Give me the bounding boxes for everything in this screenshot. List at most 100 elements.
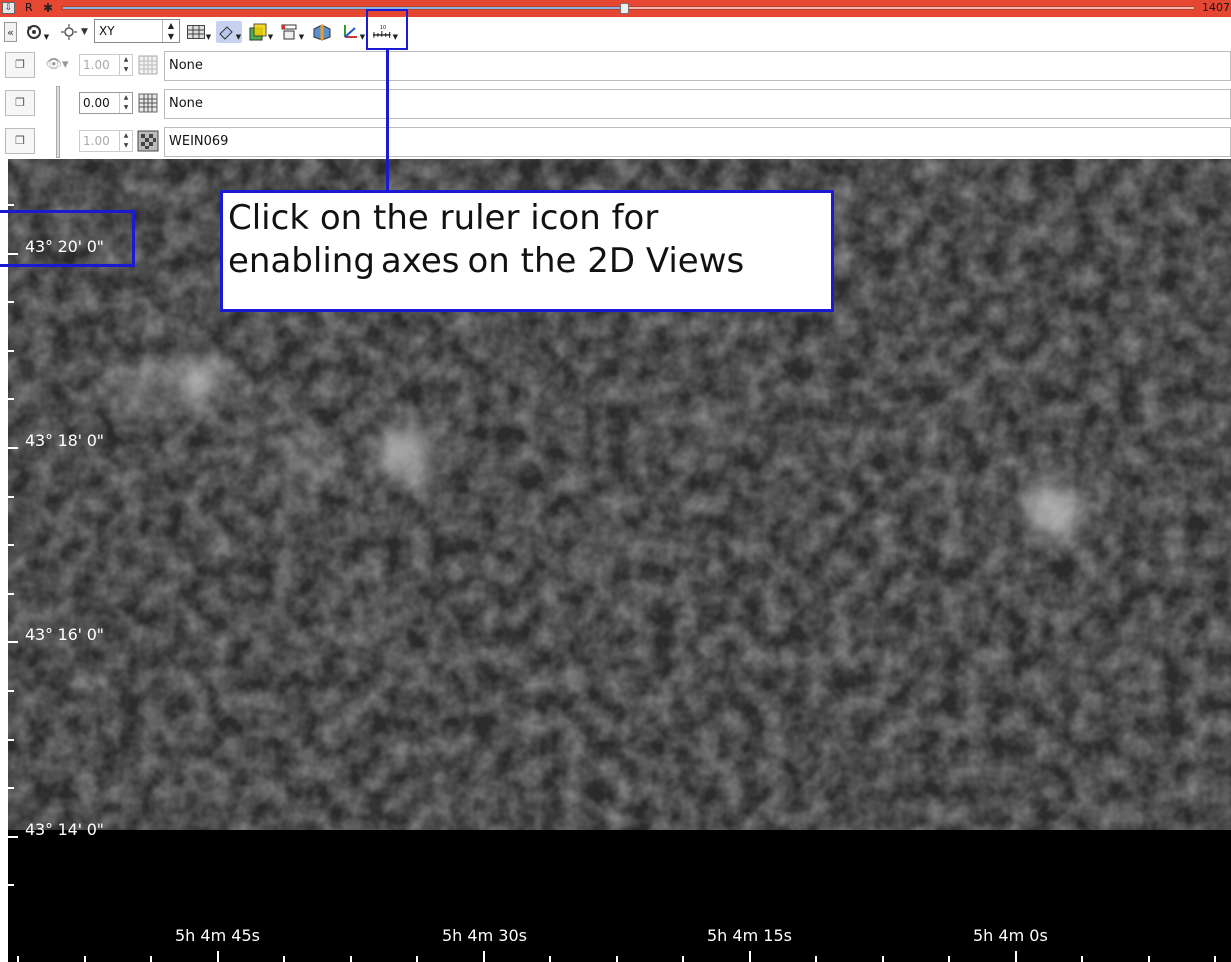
spin-arrows-icon: ▲ ▼ bbox=[119, 93, 132, 113]
dec-tick bbox=[8, 593, 14, 595]
callout-connector bbox=[386, 50, 389, 190]
volume-icon bbox=[313, 24, 331, 41]
dec-tick bbox=[8, 204, 14, 206]
dec-tick bbox=[8, 690, 14, 692]
select-arrows-icon: ▲ ▼ bbox=[162, 20, 179, 42]
render-icon bbox=[281, 24, 297, 40]
ra-tick bbox=[1015, 951, 1017, 962]
reset-view-icon bbox=[26, 25, 41, 39]
callout-line-1: Click on the ruler icon for bbox=[228, 198, 659, 238]
dec-tick bbox=[8, 301, 14, 303]
layer-toggle-button[interactable]: ❐ bbox=[5, 90, 35, 116]
chevron-down-icon: ▼ bbox=[81, 27, 88, 37]
layer-opacity-slider[interactable] bbox=[56, 86, 60, 158]
callout-text: enabling bbox=[228, 241, 375, 281]
layer-opacity-input: 1.00 ▲ ▼ bbox=[79, 54, 133, 76]
ra-tick bbox=[1214, 956, 1216, 962]
layer-toggle-button[interactable]: ❐ bbox=[5, 52, 35, 78]
ra-tick bbox=[1081, 956, 1083, 962]
chevron-down-icon: ▼ bbox=[235, 33, 242, 41]
checker-lut-icon[interactable] bbox=[137, 130, 159, 152]
spin-arrows-icon: ▲ ▼ bbox=[119, 55, 132, 75]
grid-layout-icon bbox=[186, 25, 205, 39]
dec-axis-label: 43° 18' 0" bbox=[25, 431, 104, 450]
reset-view-button[interactable]: ▼ bbox=[24, 21, 50, 43]
link-icon[interactable]: ✱ bbox=[41, 1, 55, 15]
cube-colormap-icon bbox=[249, 23, 267, 41]
ra-tick bbox=[84, 956, 86, 962]
ra-axis-label: 5h 4m 0s bbox=[973, 926, 1048, 945]
ra-tick bbox=[749, 951, 751, 962]
chevron-down-icon: ▼ bbox=[205, 33, 212, 41]
instruction-callout: Click on the ruler icon for enabling axes… bbox=[220, 190, 834, 312]
layer-row: ❐ 1.00 ▲ ▼ None bbox=[0, 47, 1231, 85]
volume-render-button[interactable] bbox=[311, 21, 333, 43]
ra-axis-label: 5h 4m 15s bbox=[707, 926, 792, 945]
layer-opacity-value: 0.00 bbox=[83, 96, 110, 110]
ra-tick bbox=[150, 956, 152, 962]
ra-tick bbox=[217, 951, 219, 962]
dec-tick bbox=[8, 836, 18, 838]
layer-name-field[interactable]: None bbox=[164, 51, 1231, 81]
layer-opacity-value: 1.00 bbox=[83, 134, 110, 148]
slice-slider-handle[interactable] bbox=[619, 3, 629, 14]
chevron-down-icon: ▼ bbox=[298, 33, 305, 41]
view-toolbar: « ▼ ▼ ▼ ▼ ▼ ▼ ▼ 10 ▼ bbox=[0, 17, 1231, 47]
dec-tick bbox=[8, 641, 18, 643]
ra-tick bbox=[549, 956, 551, 962]
dec-tick bbox=[8, 398, 14, 400]
ra-tick bbox=[17, 956, 19, 962]
dec-tick bbox=[8, 739, 14, 741]
grid-lut-icon[interactable] bbox=[137, 54, 159, 76]
pin-icon[interactable]: ⇩ bbox=[2, 2, 15, 14]
ra-tick bbox=[350, 956, 352, 962]
ra-tick bbox=[616, 956, 618, 962]
dec-tick bbox=[8, 447, 18, 449]
layer-row: ❐ 1.00 ▲ ▼ WEIN069 bbox=[0, 123, 1231, 159]
callout-line-2: enabling axes on the 2D Views bbox=[228, 240, 826, 283]
layer-row: ❐ 0.00 ▲ ▼ None bbox=[0, 85, 1231, 123]
dec-tick bbox=[8, 787, 14, 789]
chevron-down-icon: ▼ bbox=[359, 33, 366, 41]
interaction-mode-button[interactable]: ▼ bbox=[216, 21, 242, 43]
dec-tick bbox=[8, 884, 14, 886]
ra-tick bbox=[682, 956, 684, 962]
slice-slider-fill bbox=[63, 7, 625, 9]
layer-toggle-button[interactable]: ❐ bbox=[5, 128, 35, 154]
colormap-button[interactable]: ▼ bbox=[248, 21, 274, 43]
callout-text: axes bbox=[380, 241, 460, 281]
slice-count: 1407 bbox=[1202, 1, 1230, 14]
dec-label-highlight-box bbox=[0, 210, 135, 267]
dec-axis-label: 43° 14' 0" bbox=[25, 820, 104, 839]
spin-arrows-icon: ▲ ▼ bbox=[119, 131, 132, 151]
ra-tick bbox=[416, 956, 418, 962]
sun-icon bbox=[61, 24, 78, 40]
lighting-button[interactable]: ▼ bbox=[54, 21, 94, 43]
view-axis-select-value: XY bbox=[99, 24, 115, 38]
ra-axis-label: 5h 4m 30s bbox=[442, 926, 527, 945]
eye-icon[interactable]: 👁▾ bbox=[44, 55, 70, 75]
collapse-toolbar-button[interactable]: « bbox=[4, 22, 17, 42]
ra-tick bbox=[483, 951, 485, 962]
layer-opacity-input[interactable]: 0.00 ▲ ▼ bbox=[79, 92, 133, 114]
layout-button[interactable]: ▼ bbox=[186, 21, 212, 43]
ra-tick bbox=[283, 956, 285, 962]
layer-name-field[interactable]: WEIN069 bbox=[164, 127, 1231, 157]
render-options-button[interactable]: ▼ bbox=[279, 21, 305, 43]
view-left-margin bbox=[0, 159, 8, 962]
ruler-highlight-box bbox=[366, 9, 408, 50]
dec-tick bbox=[8, 350, 14, 352]
axes-3d-button[interactable]: ▼ bbox=[340, 21, 366, 43]
dec-tick bbox=[8, 544, 14, 546]
eraser-icon bbox=[219, 26, 233, 40]
slice-slider-bar: ⇩ R ✱ 1407 bbox=[0, 0, 1231, 17]
callout-text: on the 2D Views bbox=[467, 241, 745, 281]
layer-name-field[interactable]: None bbox=[164, 89, 1231, 119]
ra-tick bbox=[882, 956, 884, 962]
dec-axis-label: 43° 16' 0" bbox=[25, 625, 104, 644]
grid-lut-icon[interactable] bbox=[137, 92, 159, 114]
ra-tick bbox=[815, 956, 817, 962]
dec-tick bbox=[8, 496, 14, 498]
ra-tick bbox=[1148, 956, 1150, 962]
view-axis-select[interactable]: XY ▲ ▼ bbox=[94, 19, 180, 43]
